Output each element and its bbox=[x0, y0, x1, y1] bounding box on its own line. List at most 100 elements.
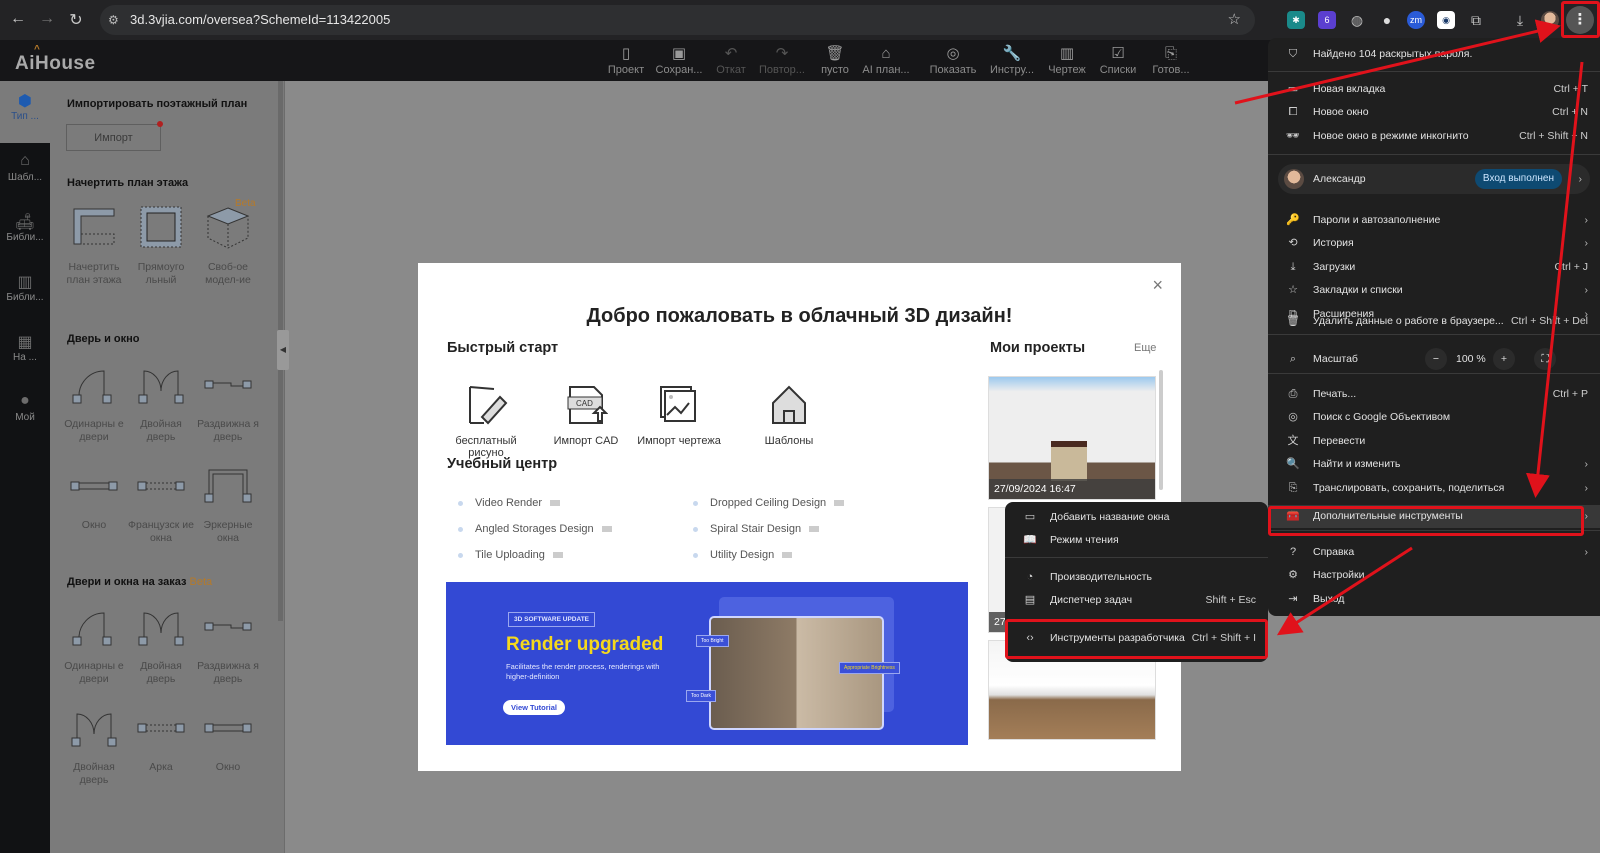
tool-tile[interactable]: Своб-ое модел-ие bbox=[194, 204, 262, 287]
toolbar-show-button[interactable]: ◎ Показать bbox=[923, 44, 983, 76]
tool-tile[interactable]: Одинарны е двери bbox=[60, 361, 128, 444]
menu-item-exit[interactable]: ⇥ Выход bbox=[1268, 588, 1600, 611]
aihouse-logo[interactable]: ^ AiHouse bbox=[15, 44, 96, 75]
collapse-panel-handle[interactable]: ◀ bbox=[277, 330, 289, 370]
lesson-link[interactable]: Dropped Ceiling Design bbox=[693, 497, 845, 509]
tool-tile[interactable]: Прямоуго льный bbox=[127, 204, 195, 287]
view-tutorial-button[interactable]: View Tutorial bbox=[503, 700, 565, 715]
extension-badge-icon[interactable]: 6 bbox=[1318, 11, 1336, 29]
menu-item-bookmarks[interactable]: ☆ Закладки и списки › bbox=[1268, 279, 1600, 302]
toolbar-lists-button[interactable]: ☑ Списки bbox=[1088, 44, 1148, 76]
menu-item-new-window[interactable]: ⧠ Новое окно Ctrl + N bbox=[1268, 101, 1600, 124]
tool-tile[interactable]: Одинарны е двери bbox=[60, 603, 128, 686]
close-icon[interactable]: × bbox=[1152, 275, 1163, 296]
submenu-item-performance[interactable]: ◔ Производительность bbox=[1005, 566, 1268, 589]
bookmark-star-icon[interactable]: ☆ bbox=[1228, 5, 1241, 35]
menu-item-cast[interactable]: ⎘ Транслировать, сохранить, поделиться › bbox=[1268, 477, 1600, 500]
tool-tile[interactable]: Окно bbox=[194, 704, 262, 774]
tool-tile[interactable]: Французск ие окна bbox=[127, 462, 195, 545]
rail-item-0[interactable]: ⬢ Тип ... bbox=[0, 81, 50, 143]
zoom-in-button[interactable]: + bbox=[1493, 348, 1515, 370]
lesson-link[interactable]: Tile Uploading bbox=[458, 549, 563, 561]
submenu-item-name-window[interactable]: ▭ Добавить название окна bbox=[1005, 506, 1268, 529]
import-button[interactable]: Импорт bbox=[66, 121, 163, 151]
lesson-link[interactable]: Angled Storages Design bbox=[458, 523, 612, 535]
menu-item-lens[interactable]: ◎ Поиск с Google Объективом bbox=[1268, 406, 1600, 429]
menu-item-downloads[interactable]: ⤓ Загрузки Ctrl + J bbox=[1268, 256, 1600, 279]
globe-filled-icon[interactable]: ● bbox=[1378, 11, 1396, 29]
toolbar-tools-button[interactable]: 🔧 Инстру... bbox=[982, 44, 1042, 76]
tool-tile[interactable]: Арка bbox=[127, 704, 195, 774]
reload-icon[interactable]: ↻ bbox=[66, 10, 86, 30]
menu-shortcut: Ctrl + P bbox=[1552, 388, 1588, 400]
quick-start-item[interactable]: Шаблоны bbox=[746, 383, 832, 447]
quick-start-item[interactable]: Импорт чертежа bbox=[636, 383, 722, 447]
rail-item-2[interactable]: 🛋 Библи... bbox=[0, 208, 50, 270]
menu-item-print[interactable]: ⎙ Печать... Ctrl + P bbox=[1268, 383, 1600, 406]
toolbar-ai-plan-button[interactable]: ⌂ AI план... bbox=[856, 44, 916, 76]
menu-item-clear[interactable]: 🗑 Удалить данные о работе в браузере... Ct… bbox=[1268, 310, 1600, 333]
menu-item-translate[interactable]: 文 Перевести bbox=[1268, 430, 1600, 453]
menu-label: Закладки и списки bbox=[1313, 284, 1403, 296]
signed-in-badge[interactable]: Вход выполнен bbox=[1474, 169, 1562, 189]
promo-banner[interactable]: 3D SOFTWARE UPDATE Render upgraded Facil… bbox=[446, 582, 968, 745]
tile-shape-icon bbox=[69, 603, 119, 648]
toolbar-redo-button[interactable]: ↷ Повтор... bbox=[752, 44, 812, 76]
toolbar-ready-button[interactable]: ⎘ Готов... bbox=[1141, 44, 1201, 76]
toolbar-save-button[interactable]: ▣ Сохран... bbox=[649, 44, 709, 76]
tool-tile[interactable]: Двойная дверь bbox=[60, 704, 128, 787]
custom-heading: Двери и окна на заказ Beta bbox=[67, 576, 212, 588]
menu-item-incognito[interactable]: 🕶 Новое окно в режиме инкогнито Ctrl + Shi… bbox=[1268, 125, 1600, 148]
menu-item-new-tab[interactable]: ▭ Новая вкладка Ctrl + T bbox=[1268, 78, 1600, 101]
menu-label: Найти и изменить bbox=[1313, 458, 1401, 470]
profile-row[interactable]: Александр Вход выполнен › bbox=[1278, 164, 1590, 194]
rail-item-3[interactable]: ▥ Библи... bbox=[0, 268, 50, 330]
dark-extension-icon[interactable]: ◉ bbox=[1437, 11, 1455, 29]
tool-tile[interactable]: Двойная дверь bbox=[127, 603, 195, 686]
projects-scrollbar[interactable] bbox=[1159, 370, 1163, 490]
tool-tile[interactable]: Двойная дверь bbox=[127, 361, 195, 444]
tool-tile[interactable]: Эркерные окна bbox=[194, 462, 262, 545]
submenu-item-task-manager[interactable]: ▤ Диспетчер задач Shift + Esc bbox=[1005, 589, 1268, 612]
zoom-out-button[interactable]: − bbox=[1425, 348, 1447, 370]
globe-icon[interactable]: ◍ bbox=[1348, 11, 1366, 29]
menu-divider bbox=[1268, 334, 1600, 335]
toolbar-project-button[interactable]: ▯ Проект bbox=[596, 44, 656, 76]
menu-item-settings[interactable]: ⚙ Настройки bbox=[1268, 564, 1600, 587]
menu-item-passwords[interactable]: 🔑 Пароли и автозаполнение › bbox=[1268, 209, 1600, 232]
task-manager-icon: ▤ bbox=[1024, 594, 1036, 606]
menu-item-find[interactable]: 🔍 Найти и изменить › bbox=[1268, 453, 1600, 476]
profile-avatar[interactable] bbox=[1541, 11, 1559, 29]
menu-label: Режим чтения bbox=[1050, 534, 1119, 546]
forward-icon[interactable]: → bbox=[37, 10, 57, 28]
back-icon[interactable]: ← bbox=[8, 10, 28, 28]
menu-item-passwords-alert[interactable]: ⛉ Найдено 104 раскрытых пароля. bbox=[1268, 43, 1600, 66]
fullscreen-icon[interactable]: ⛶ bbox=[1534, 348, 1556, 370]
more-projects-link[interactable]: Еще bbox=[1134, 342, 1156, 354]
menu-item-help[interactable]: ? Справка › bbox=[1268, 541, 1600, 564]
custom-heading-text: Двери и окна на заказ bbox=[67, 576, 187, 588]
project-thumbnail[interactable]: 27/09/2024 16:47 bbox=[988, 376, 1156, 500]
tool-tile[interactable]: Окно bbox=[60, 462, 128, 532]
quick-start-item[interactable]: CAD Импорт CAD bbox=[543, 383, 629, 447]
address-bar[interactable]: ⚙ 3d.3vjia.com/oversea?SchemeId=11342200… bbox=[100, 5, 1255, 35]
lesson-link[interactable]: Video Render bbox=[458, 497, 561, 509]
site-settings-icon[interactable]: ⚙ bbox=[108, 5, 119, 35]
lesson-link[interactable]: Utility Design bbox=[693, 549, 793, 561]
cast-icon: ⎘ bbox=[1288, 482, 1298, 494]
menu-item-history[interactable]: ⟲ История › bbox=[1268, 232, 1600, 255]
tool-tile[interactable]: Раздвижна я дверь bbox=[194, 603, 262, 686]
tool-tile[interactable]: Раздвижна я дверь bbox=[194, 361, 262, 444]
extension-icon[interactable]: ✱ bbox=[1287, 11, 1305, 29]
download-icon[interactable]: ⤓ bbox=[1511, 11, 1529, 29]
submenu-item-reading-mode[interactable]: 📖 Режим чтения bbox=[1005, 529, 1268, 552]
zm-extension-icon[interactable]: zm bbox=[1407, 11, 1425, 29]
rail-item-4[interactable]: ▦ На ... bbox=[0, 328, 50, 390]
puzzle-extensions-icon[interactable]: ⧉ bbox=[1467, 11, 1485, 29]
tool-tile[interactable]: Начертить план этажа bbox=[60, 204, 128, 287]
rail-item-5[interactable]: ● Мой bbox=[0, 388, 50, 450]
menu-divider bbox=[1268, 71, 1600, 72]
rail-item-1[interactable]: ⌂ Шабл... bbox=[0, 148, 50, 210]
lesson-link[interactable]: Spiral Stair Design bbox=[693, 523, 820, 535]
quick-start-item[interactable]: бесплатный рисуно bbox=[438, 383, 534, 459]
